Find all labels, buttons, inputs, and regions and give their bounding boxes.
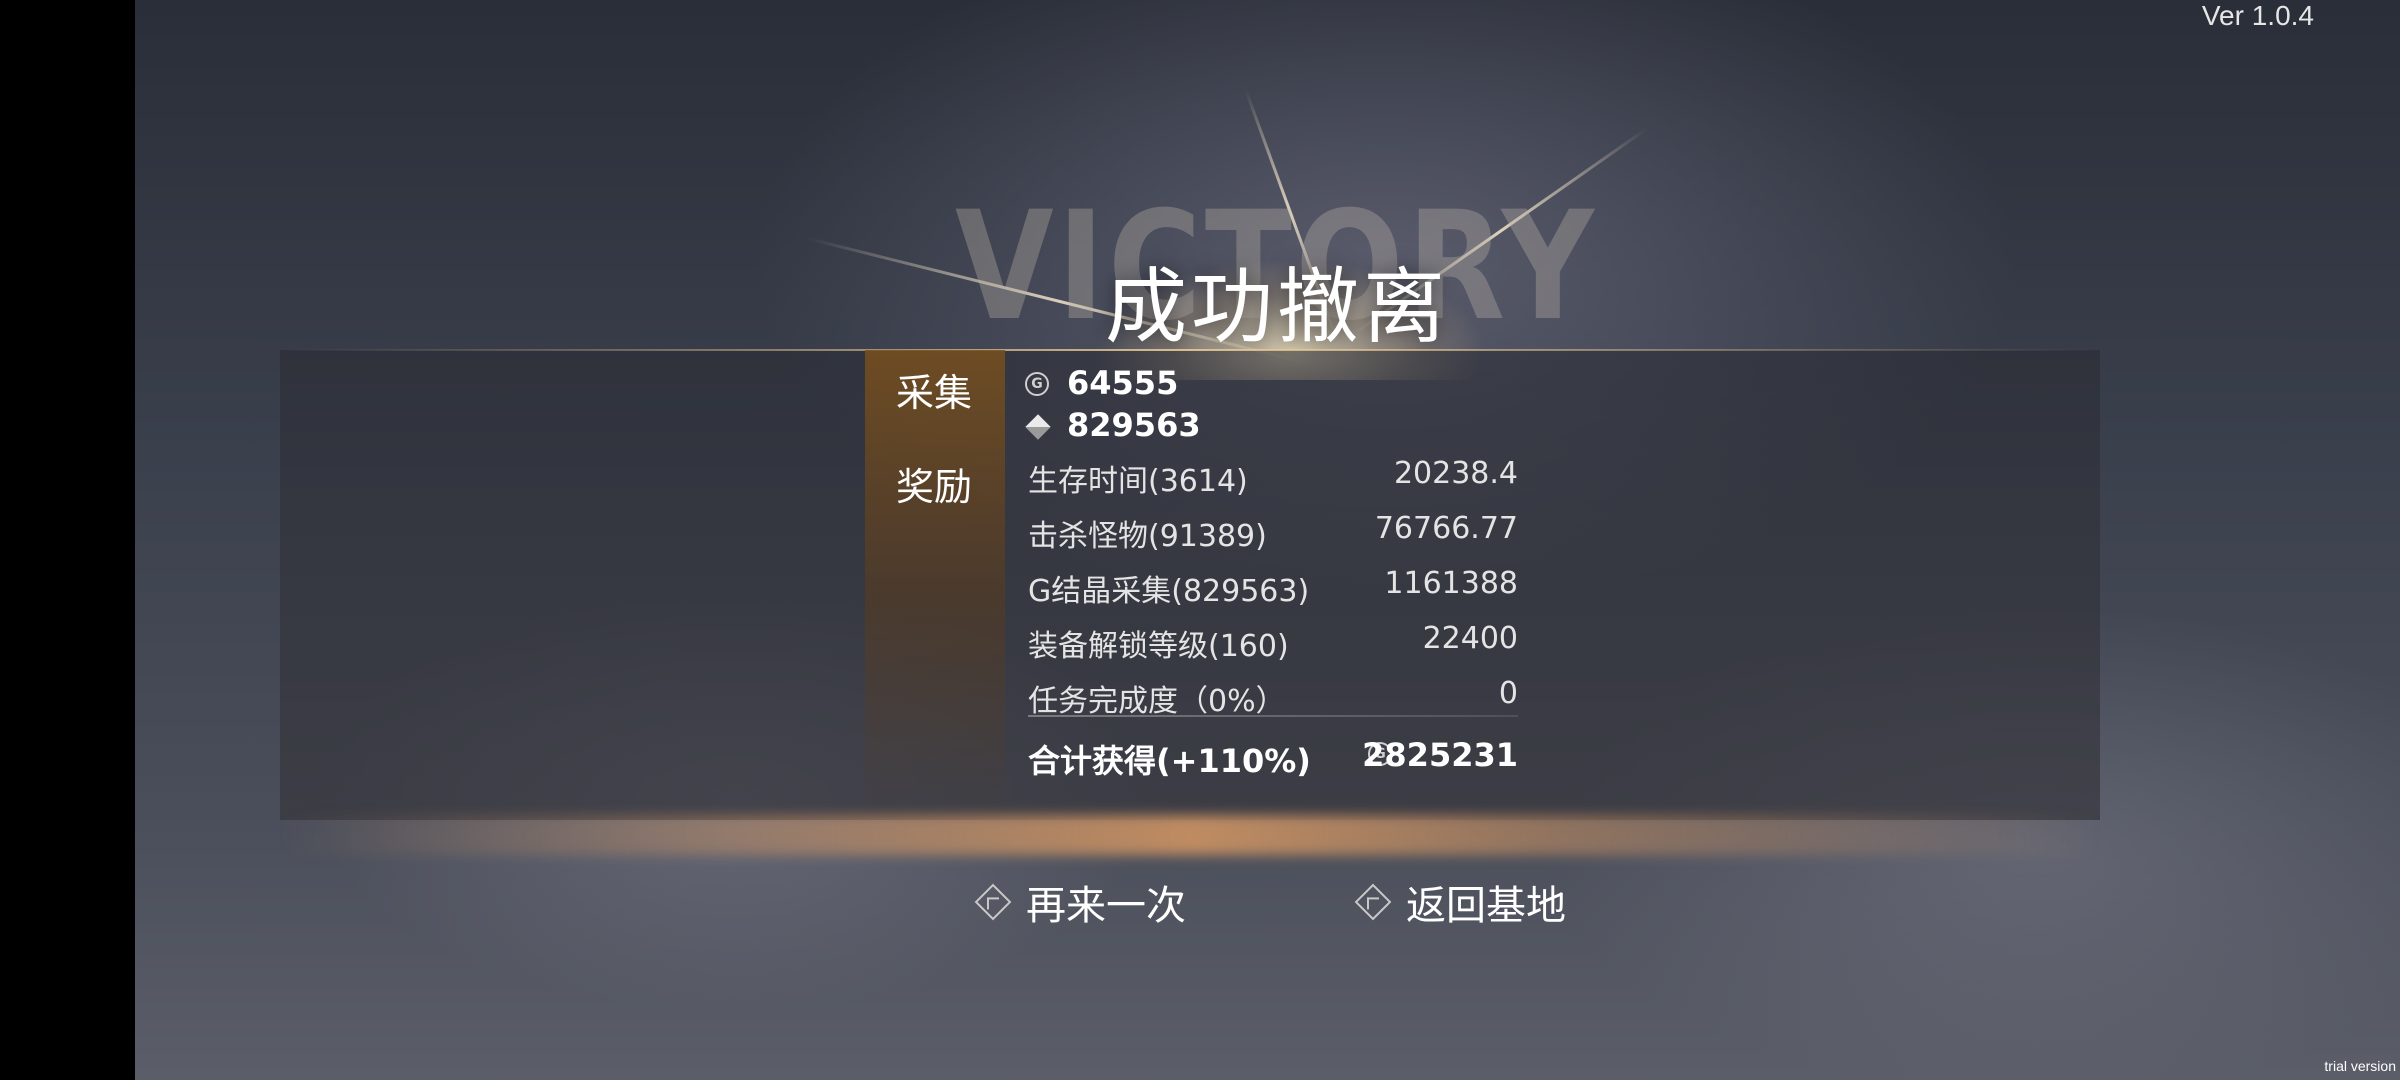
reward-row-survival-value: 20238.4	[1393, 456, 1518, 491]
version-label: Ver 1.0.4	[2201, 0, 2314, 31]
retry-icon	[974, 883, 1012, 921]
panel-bottom-glow	[280, 815, 2100, 855]
trial-version-mark: trial version	[2324, 1058, 2396, 1074]
total-label: 合计获得(+110%)	[1028, 742, 1311, 780]
collect-label: 采集	[896, 371, 973, 415]
retry-button-label: 再来一次	[1026, 883, 1186, 929]
total-value: 2825231	[1362, 736, 1518, 774]
reward-row-kills-label: 击杀怪物(91389)	[1028, 519, 1267, 554]
collect-gem-value: 829563	[1067, 406, 1201, 444]
reward-row-mission-label: 任务完成度（0%）	[1028, 684, 1286, 719]
page-title: 成功撤离	[1105, 260, 1450, 355]
result-screen: Ver 1.0.4 VICTORY 成功撤离 采集 奖励 G 64555 829…	[0, 0, 2400, 1080]
reward-row-mission-value: 0	[1498, 676, 1518, 711]
reward-row-kills-value: 76766.77	[1374, 511, 1518, 546]
reward-row-survival-label: 生存时间(3614)	[1028, 464, 1248, 499]
reward-row-equip-value: 22400	[1422, 621, 1518, 656]
reward-row-gcrystal-value: 1161388	[1384, 566, 1518, 601]
total-divider	[1028, 715, 1518, 717]
reward-label: 奖励	[896, 465, 973, 509]
side-column	[865, 350, 1005, 820]
return-base-button[interactable]: 返回基地	[1354, 874, 1566, 930]
reward-row-gcrystal-label: G结晶采集(829563)	[1028, 574, 1310, 609]
panel-top-line	[280, 349, 2100, 351]
collect-g-crystal-value: 64555	[1067, 364, 1179, 402]
left-black-bar	[0, 0, 135, 1080]
retry-button[interactable]: 再来一次	[974, 874, 1186, 930]
reward-row-equip-label: 装备解锁等级(160)	[1028, 629, 1289, 664]
g-coin-icon: G	[1025, 372, 1049, 396]
return-icon	[1354, 883, 1392, 921]
return-button-label: 返回基地	[1406, 883, 1566, 929]
